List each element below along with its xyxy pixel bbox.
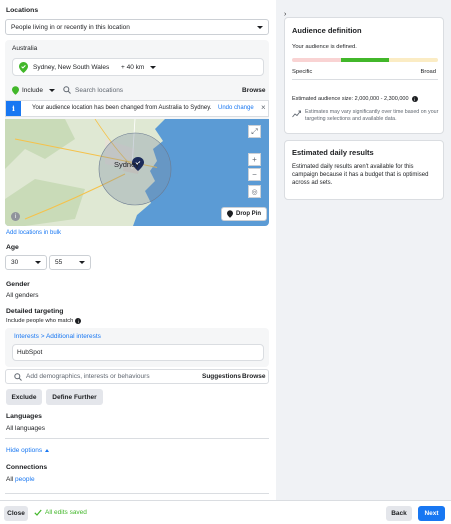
detailed-targeting-heading: Detailed targeting (6, 308, 64, 315)
hide-options-toggle[interactable]: Hide options (6, 447, 50, 454)
suggestions-link[interactable]: Suggestions (202, 373, 241, 380)
interest-chip[interactable]: HubSpot (12, 344, 264, 361)
divider (5, 493, 269, 494)
radius-select[interactable]: + 40 km (121, 64, 157, 71)
checkmark-icon (34, 509, 42, 516)
languages-heading: Languages (6, 413, 42, 420)
meter-broad-segment (389, 58, 438, 62)
trend-icon (292, 110, 301, 120)
audience-defined-text: Your audience is defined. (292, 44, 357, 50)
connections-value: All people (6, 476, 35, 483)
chevron-down-icon (35, 261, 41, 264)
languages-value[interactable]: All languages (6, 425, 45, 432)
locations-browse-link[interactable]: Browse (242, 87, 265, 94)
chevron-down-icon (79, 261, 85, 264)
search-icon (63, 86, 71, 94)
meter-specific-segment (292, 58, 341, 62)
daily-results-title: Estimated daily results (292, 148, 374, 157)
drop-pin-label: Drop Pin (236, 211, 261, 217)
include-label: Include (22, 87, 43, 94)
hide-options-label: Hide options (6, 447, 43, 454)
location-pin-icon (12, 86, 19, 95)
search-icon (14, 373, 22, 381)
age-min-select[interactable]: 30 (5, 255, 47, 270)
age-min-value: 30 (11, 259, 19, 266)
info-icon[interactable]: i (411, 96, 418, 102)
info-icon: i (75, 318, 82, 324)
undo-change-link[interactable]: Undo change (218, 105, 254, 111)
summary-panel: › Audience definition Your audience is d… (276, 0, 451, 500)
next-button[interactable]: Next (418, 506, 445, 521)
gender-heading: Gender (6, 281, 30, 288)
chevron-down-icon (150, 66, 157, 69)
targeting-panel: Locations People living in or recently i… (0, 0, 276, 500)
divider (5, 438, 269, 439)
audience-estimate-note: Estimates may vary significantly over ti… (305, 109, 439, 122)
footer-bar: Close All edits saved Back Next (0, 500, 451, 524)
location-change-notice: i Your audience location has been change… (5, 100, 269, 117)
country-label: Australia (12, 45, 38, 52)
audience-size-row: Estimated audience size: 2,000,000 - 2,3… (292, 96, 418, 102)
location-search-placeholder: Search locations (75, 86, 124, 94)
daily-results-card: Estimated daily results Estimated daily … (284, 140, 444, 200)
gender-value[interactable]: All genders (6, 292, 39, 299)
detailed-search-placeholder: Add demographics, interests or behaviour… (26, 373, 150, 380)
location-chip[interactable]: Sydney, New South Wales + 40 km (12, 58, 264, 76)
close-icon[interactable]: × (261, 103, 266, 112)
fullscreen-icon[interactable]: ⤢ (248, 125, 261, 138)
zoom-in-icon[interactable]: + (248, 153, 261, 166)
age-max-value: 55 (55, 259, 63, 266)
age-heading: Age (6, 244, 19, 251)
include-match-row: Include people who match i (6, 318, 82, 324)
info-icon: i (11, 212, 20, 221)
chevron-down-icon (257, 25, 263, 29)
location-type-value: People living in or recently in this loc… (11, 23, 130, 31)
divider (292, 79, 438, 80)
define-further-button[interactable]: Define Further (46, 389, 103, 405)
pin-icon (227, 210, 233, 218)
locate-icon[interactable]: ◎ (248, 185, 261, 198)
audience-definition-card: Audience definition Your audience is def… (284, 17, 444, 134)
meter-specific-label: Specific (292, 69, 313, 75)
audience-definition-title: Audience definition (292, 26, 362, 35)
back-button[interactable]: Back (386, 506, 412, 521)
connections-people-link[interactable]: people (15, 476, 35, 483)
info-icon: i (6, 101, 21, 116)
add-locations-bulk-link[interactable]: Add locations in bulk (6, 230, 61, 236)
connections-heading: Connections (6, 464, 48, 471)
interests-breadcrumb[interactable]: Interests > Additional interests (14, 333, 101, 340)
save-status-text: All edits saved (45, 509, 87, 516)
locations-heading: Locations (6, 7, 39, 14)
detailed-browse-link[interactable]: Browse (242, 373, 265, 380)
location-pin-icon (19, 62, 28, 75)
audience-size-text: Estimated audience size: 2,000,000 - 2,3… (292, 96, 409, 102)
connections-prefix: All (6, 476, 14, 483)
radius-value: + 40 km (121, 64, 145, 71)
interest-chip-label: HubSpot (17, 349, 43, 356)
location-map[interactable]: Sydney ⤢ + − ◎ i Drop Pin (5, 119, 269, 226)
location-type-select[interactable]: People living in or recently in this loc… (5, 19, 269, 35)
meter-defined-segment (340, 58, 390, 62)
drop-pin-button[interactable]: Drop Pin (221, 207, 267, 221)
detailed-search-input[interactable]: Add demographics, interests or behaviour… (5, 369, 269, 384)
include-match-label: Include people who match (6, 318, 74, 324)
exclude-button[interactable]: Exclude (6, 389, 42, 405)
location-search-input[interactable]: Search locations (63, 86, 123, 94)
notice-text: Your audience location has been changed … (32, 105, 212, 111)
meter-broad-label: Broad (420, 69, 436, 75)
close-button[interactable]: Close (4, 506, 28, 521)
zoom-out-icon[interactable]: − (248, 168, 261, 181)
chevron-down-icon (48, 89, 55, 92)
save-status: All edits saved (34, 509, 87, 516)
age-max-select[interactable]: 55 (49, 255, 91, 270)
map-city-label: Sydney (114, 160, 140, 169)
daily-results-text: Estimated daily results aren't available… (292, 164, 429, 187)
audience-meter (292, 58, 438, 62)
include-dropdown[interactable]: Include (12, 86, 55, 95)
chevron-up-icon (45, 449, 50, 452)
location-name: Sydney, New South Wales (33, 64, 110, 71)
